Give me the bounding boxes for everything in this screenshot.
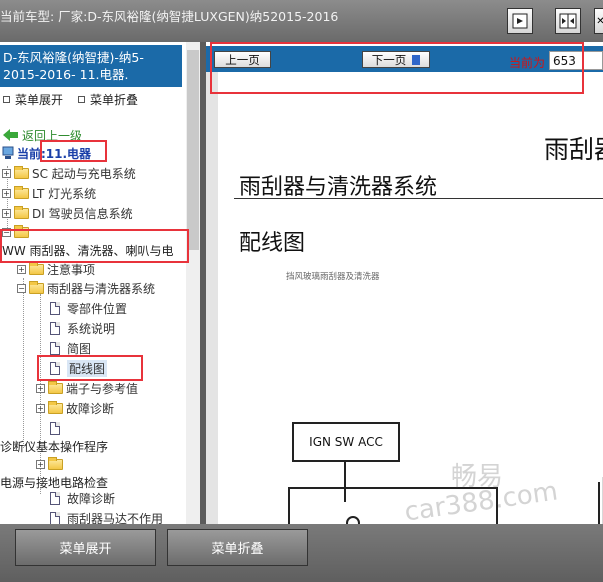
document-viewer: 上一页 下一页 当前为 雨刮器 雨刮器与清洗器系统 配线图 挡风玻璃雨刮器及清洗… — [206, 42, 603, 524]
tree-item[interactable]: 零部件位置 — [50, 299, 127, 317]
expand-icon: + — [36, 459, 45, 469]
bottom-toolbar: 菜单展开 菜单折叠 — [0, 524, 603, 582]
collapse-menu-label: 菜单折叠 — [211, 542, 264, 557]
tree-item-label: 系统说明 — [67, 321, 116, 336]
collapse-all-label: 菜单折叠 — [90, 93, 139, 107]
folder-icon — [14, 185, 29, 199]
tree-item[interactable] — [50, 419, 63, 437]
page-gutter — [206, 72, 218, 524]
folder-icon — [29, 280, 44, 294]
two-page-button[interactable] — [555, 8, 581, 34]
ign-switch-box: IGN SW ACC — [292, 422, 400, 462]
tree-item-label: 注意事项 — [47, 262, 96, 277]
tree-item[interactable]: − 雨刮器与清洗器系统 — [17, 279, 155, 297]
square-icon — [78, 96, 85, 103]
document-heading: 雨刮器与清洗器系统 — [239, 175, 438, 200]
expand-icon: + — [2, 188, 11, 198]
annotation-box — [37, 355, 143, 381]
document-icon — [50, 321, 60, 335]
tree-item-label: 零部件位置 — [67, 301, 128, 316]
tree-item[interactable]: + 故障诊断 — [36, 399, 114, 417]
fit-page-icon — [512, 13, 528, 29]
expand-icon: + — [17, 264, 26, 274]
tree-item[interactable]: + LT 灯光系统 — [2, 184, 96, 202]
tree-item[interactable]: + SC 起动与充电系统 — [2, 164, 136, 182]
close-button[interactable]: ✕ — [594, 8, 603, 34]
diagram-caption: 挡风玻璃雨刮器及清洗器 — [286, 272, 380, 282]
folder-icon — [29, 261, 44, 275]
tree-scrollbar[interactable] — [186, 42, 200, 524]
close-icon: ✕ — [596, 15, 603, 27]
folder-icon — [48, 380, 63, 394]
folder-icon — [48, 400, 63, 414]
folder-icon — [14, 205, 29, 219]
menu-tree-panel: D-东风裕隆(纳智捷)-纳5-2015-2016- 11.电器. 菜单展开 菜单… — [0, 42, 200, 524]
connector-icon — [346, 516, 360, 524]
wire — [344, 462, 346, 502]
two-page-icon — [559, 13, 577, 29]
annotation-box — [210, 42, 584, 94]
tree-item-label: SC 起动与充电系统 — [32, 166, 136, 181]
computer-icon — [2, 146, 14, 159]
collapse-all-link[interactable]: 菜单折叠 — [78, 91, 138, 108]
square-icon — [3, 96, 10, 103]
expand-menu-button[interactable]: 菜单展开 — [15, 529, 156, 566]
tree-item[interactable]: 雨刮器马达不作用 — [50, 509, 163, 524]
annotation-box — [40, 140, 107, 162]
tree-item-label: 故障诊断 — [67, 491, 116, 506]
tree-item-label: DI 驾驶员信息系统 — [32, 206, 133, 221]
ign-switch-label: IGN SW ACC — [309, 435, 383, 449]
folder-icon — [48, 456, 63, 470]
tree-item[interactable]: 故障诊断 — [50, 489, 115, 507]
tree-item-label: 雨刮器马达不作用 — [67, 511, 164, 525]
tree-item[interactable]: + — [36, 455, 66, 473]
expand-icon: + — [36, 383, 45, 393]
wire — [288, 487, 290, 524]
document-subheading: 配线图 — [239, 231, 306, 256]
scrollbar-thumb[interactable] — [187, 50, 199, 250]
tree-item[interactable]: 系统说明 — [50, 319, 115, 337]
tree-item-label: 简图 — [67, 341, 92, 356]
document-page: 雨刮器 雨刮器与清洗器系统 配线图 挡风玻璃雨刮器及清洗器 IGN SW ACC… — [206, 72, 603, 524]
annotation-box — [0, 229, 189, 263]
expand-all-label: 菜单展开 — [15, 93, 64, 107]
wire — [598, 482, 600, 524]
tree-item[interactable]: + DI 驾驶员信息系统 — [2, 204, 133, 222]
expand-icon: + — [36, 403, 45, 413]
collapse-icon: − — [17, 283, 26, 293]
folder-icon — [14, 165, 29, 179]
document-icon — [50, 491, 60, 505]
expand-icon: + — [2, 208, 11, 218]
document-icon — [50, 511, 60, 524]
tree-item-label: 雨刮器与清洗器系统 — [47, 281, 156, 296]
document-icon — [50, 421, 60, 435]
tree-item[interactable]: + 端子与参考值 — [36, 379, 138, 397]
menu-header: D-东风裕隆(纳智捷)-纳5-2015-2016- 11.电器. — [0, 45, 182, 87]
expand-menu-label: 菜单展开 — [59, 542, 112, 557]
tree-item-label: 电源与接地电路检查 — [0, 475, 109, 490]
tree-item-label: 故障诊断 — [66, 401, 115, 416]
expand-icon: + — [2, 168, 11, 178]
tree-item-label: LT 灯光系统 — [32, 186, 97, 201]
tree-item[interactable]: 诊断仪基本操作程序 — [0, 437, 108, 455]
heading-rule — [234, 198, 603, 199]
back-arrow-icon — [3, 129, 18, 141]
tree-item-label: 诊断仪基本操作程序 — [0, 439, 109, 454]
fit-page-button[interactable] — [507, 8, 533, 34]
top-bar: 当前车型: 厂家:D-东风裕隆(纳智捷LUXGEN)纳52015-2016 ✕ — [0, 0, 603, 42]
vehicle-label: 当前车型: 厂家:D-东风裕隆(纳智捷LUXGEN)纳52015-2016 — [0, 9, 339, 24]
document-icon — [50, 301, 60, 315]
expand-all-link[interactable]: 菜单展开 — [3, 91, 63, 108]
document-section-title: 雨刮器 — [544, 135, 603, 164]
collapse-menu-button[interactable]: 菜单折叠 — [167, 529, 308, 566]
document-icon — [50, 341, 60, 355]
tree-item-label: 端子与参考值 — [66, 381, 139, 396]
